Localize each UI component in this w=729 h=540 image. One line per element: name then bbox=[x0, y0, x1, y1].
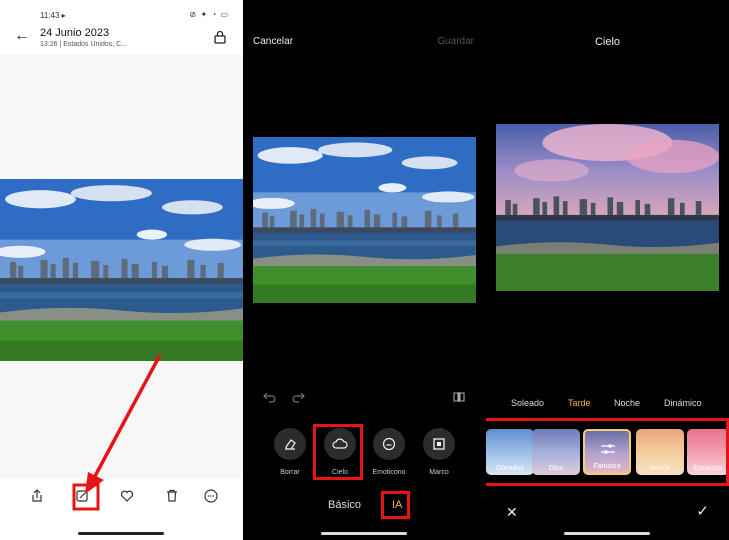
gallery-photo-view: 11:43 ▸ ⊘ ✦ ◔ ▭ ← 24 Junio 2023 13:26 | … bbox=[0, 0, 243, 540]
home-indicator bbox=[564, 532, 650, 535]
tool-label: Borrar bbox=[280, 469, 300, 476]
photo-header: ← 24 Junio 2023 13:26 | Estados Unidos, … bbox=[0, 24, 243, 54]
photo[interactable] bbox=[0, 179, 243, 361]
tab-basic[interactable]: Básico bbox=[328, 499, 361, 511]
lock-icon[interactable] bbox=[213, 30, 227, 44]
editing-photo[interactable] bbox=[253, 137, 476, 303]
more-options-icon[interactable] bbox=[203, 488, 219, 504]
tool-erase[interactable]: Borrar bbox=[268, 428, 312, 476]
tool-label: Marco bbox=[429, 469, 449, 476]
close-icon[interactable]: ✕ bbox=[506, 504, 518, 521]
home-indicator bbox=[321, 532, 407, 535]
trash-icon[interactable] bbox=[164, 488, 180, 504]
photo-editor: Cancelar Guardar Borrar Cielo Emoticono … bbox=[243, 0, 486, 540]
tool-frame[interactable]: Marco bbox=[417, 428, 461, 476]
category-dynamic[interactable]: Dinámico bbox=[664, 398, 702, 408]
tool-label: Emoticono bbox=[372, 469, 406, 476]
cancel-button[interactable]: Cancelar bbox=[253, 36, 293, 47]
annotation-highlight-sky-tool bbox=[313, 424, 363, 480]
status-icons: ⊘ ✦ ◔ ▭ bbox=[189, 10, 229, 19]
photo-location: 13:26 | Estados Unidos, C... bbox=[40, 41, 128, 48]
photo-date: 24 Junio 2023 bbox=[40, 27, 110, 39]
heart-icon[interactable] bbox=[119, 488, 135, 504]
frame-icon bbox=[433, 438, 445, 450]
tool-emoji[interactable]: Emoticono bbox=[367, 428, 411, 476]
save-button[interactable]: Guardar bbox=[437, 36, 474, 47]
status-time: 11:43 ▸ bbox=[40, 11, 66, 20]
annotation-highlight-sky-options bbox=[486, 418, 729, 486]
edit-icon[interactable] bbox=[74, 488, 90, 504]
compare-icon[interactable] bbox=[452, 391, 466, 403]
sky-editor: Cielo Soleado Tarde Noche Dinámico Cúmul… bbox=[486, 0, 729, 540]
annotation-highlight-ai-tab bbox=[381, 491, 410, 519]
page-title: Cielo bbox=[594, 36, 621, 48]
share-icon[interactable] bbox=[29, 488, 45, 504]
photo-actions-bar bbox=[0, 478, 243, 540]
redo-icon[interactable] bbox=[291, 391, 305, 403]
undo-icon[interactable] bbox=[263, 391, 277, 403]
status-bar: 11:43 ▸ ⊘ ✦ ◔ ▭ bbox=[0, 0, 243, 24]
back-arrow-icon[interactable]: ← bbox=[14, 27, 30, 45]
emoji-icon bbox=[382, 437, 396, 451]
category-night[interactable]: Noche bbox=[614, 398, 640, 408]
sky-preview-photo[interactable] bbox=[496, 124, 719, 291]
category-afternoon[interactable]: Tarde bbox=[568, 398, 591, 408]
category-sunny[interactable]: Soleado bbox=[511, 398, 544, 408]
confirm-check-icon[interactable]: ✓ bbox=[696, 502, 709, 520]
home-indicator bbox=[78, 532, 164, 535]
eraser-icon bbox=[285, 439, 296, 450]
